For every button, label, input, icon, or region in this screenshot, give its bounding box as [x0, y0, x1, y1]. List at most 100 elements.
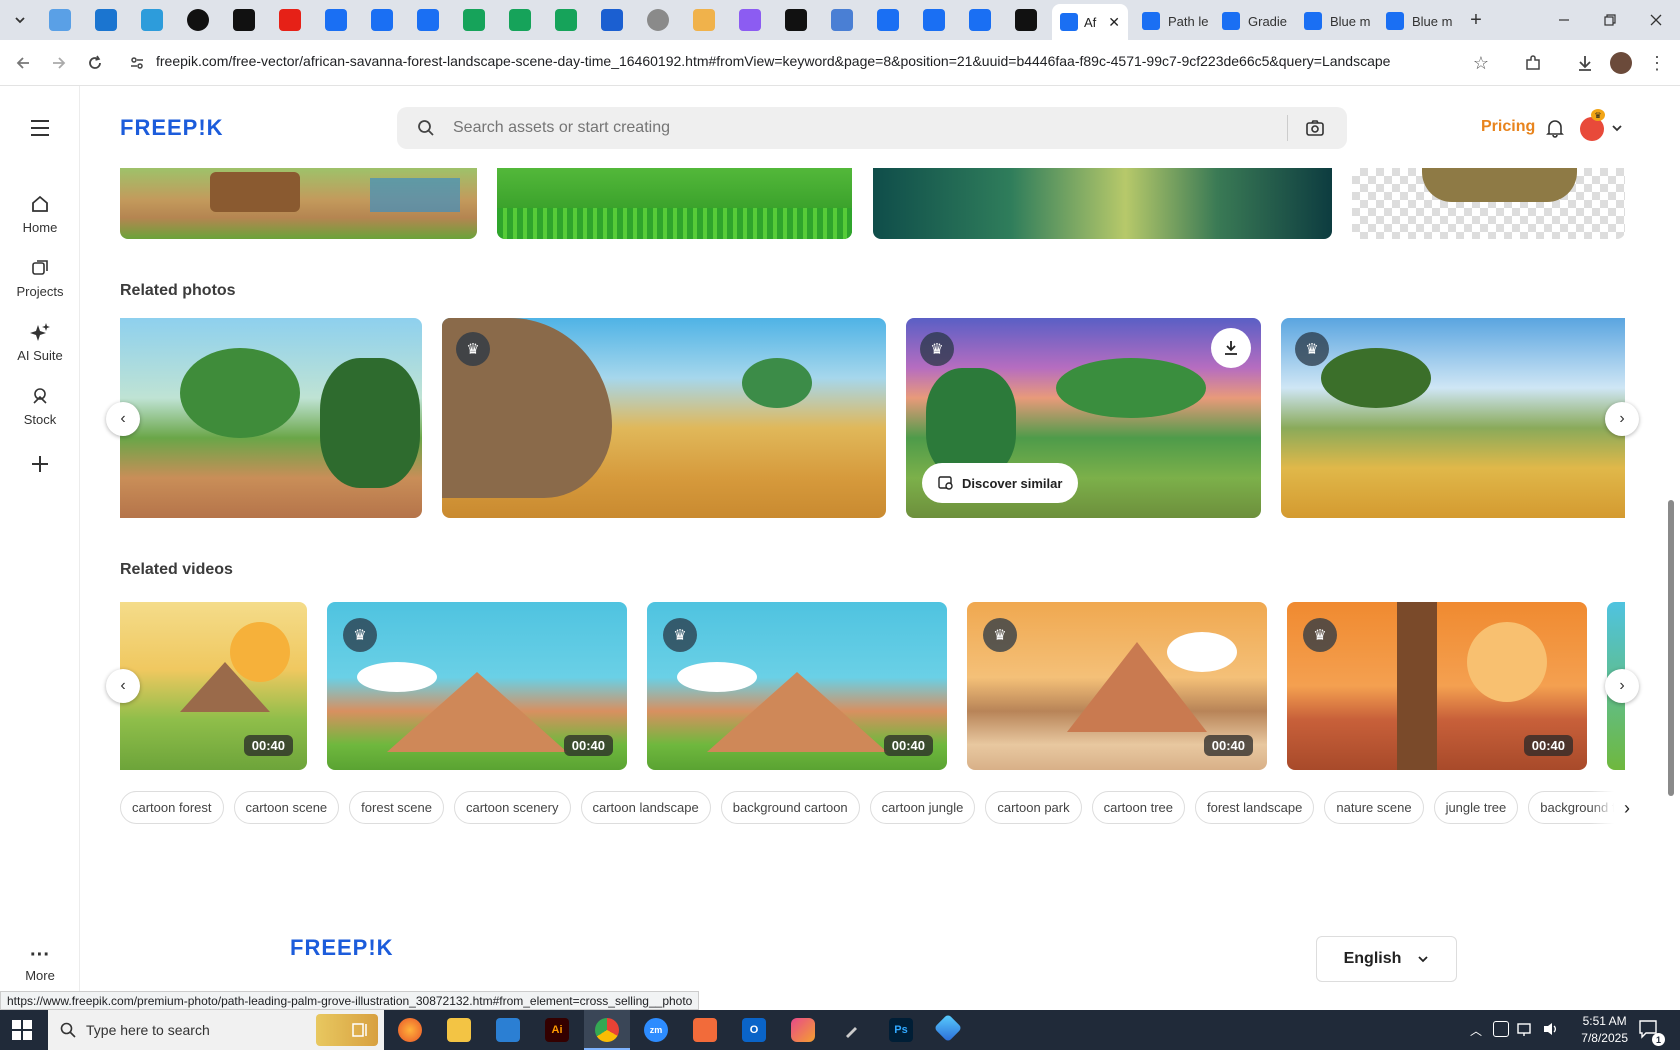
- pinned-tab-6[interactable]: [693, 9, 715, 31]
- related-video-card[interactable]: ♛ 00:40: [1287, 602, 1587, 770]
- illustrator-icon[interactable]: Ai: [545, 1018, 569, 1042]
- footer-freepik-logo[interactable]: FREEP!K: [290, 935, 394, 961]
- tab-search-chevron-icon[interactable]: [8, 8, 32, 32]
- related-photo-card[interactable]: [120, 318, 422, 518]
- download-icon[interactable]: [1211, 328, 1251, 368]
- pinned-tab-7[interactable]: [739, 9, 761, 31]
- tag-chip[interactable]: jungle tree: [1433, 791, 1519, 824]
- related-vector-thumbnail[interactable]: [120, 168, 477, 239]
- bookmark-star-icon[interactable]: ☆: [1470, 52, 1492, 74]
- rail-item-home[interactable]: Home: [0, 194, 80, 235]
- freepik-logo[interactable]: FREEP!K: [120, 115, 224, 141]
- volume-icon[interactable]: [1542, 1021, 1560, 1042]
- firefox-icon[interactable]: [398, 1018, 422, 1042]
- browser-menu-icon[interactable]: ⋮: [1646, 52, 1668, 74]
- related-photo-card-hovered[interactable]: ♛ Discover similar: [906, 318, 1261, 518]
- related-video-card[interactable]: ♛ 00:40: [647, 602, 947, 770]
- close-tab-icon[interactable]: ✕: [1108, 14, 1120, 31]
- rail-item-more[interactable]: ··· More: [0, 945, 80, 983]
- profile-avatar[interactable]: [1610, 52, 1632, 74]
- pinned-tab-sheet-2[interactable]: [509, 9, 531, 31]
- tray-app-icon[interactable]: [1493, 1021, 1509, 1037]
- add-plus-icon[interactable]: [26, 450, 54, 478]
- related-video-card[interactable]: 00:40: [120, 602, 307, 770]
- tab-gradient[interactable]: Gradie: [1214, 6, 1295, 36]
- pinned-tab-doc-6[interactable]: [969, 9, 991, 31]
- site-info-icon[interactable]: [126, 52, 148, 74]
- pricing-link[interactable]: Pricing: [1481, 118, 1535, 136]
- videos-next-button[interactable]: ›: [1605, 669, 1639, 703]
- reload-icon[interactable]: [84, 52, 106, 74]
- related-vector-thumbnail[interactable]: [873, 168, 1332, 239]
- notifications-bell-icon[interactable]: [1545, 118, 1565, 143]
- close-window-button[interactable]: [1636, 6, 1676, 34]
- zoom-icon[interactable]: zm: [644, 1018, 668, 1042]
- tag-chip[interactable]: cartoon scenery: [454, 791, 571, 824]
- tag-chip[interactable]: cartoon landscape: [580, 791, 711, 824]
- creative-cloud-icon[interactable]: [791, 1018, 815, 1042]
- pinned-tab-doc-4[interactable]: [877, 9, 899, 31]
- related-photo-card[interactable]: ♛: [442, 318, 886, 518]
- show-hidden-icons-chevron-icon[interactable]: ︿: [1470, 1022, 1482, 1039]
- app-diamond-icon[interactable]: [933, 1013, 963, 1043]
- windows-start-icon[interactable]: [12, 1020, 32, 1045]
- camera-search-icon[interactable]: [1306, 119, 1324, 142]
- extensions-icon[interactable]: [1522, 52, 1544, 74]
- task-view-icon[interactable]: [348, 1018, 372, 1042]
- vscode-icon[interactable]: [496, 1018, 520, 1042]
- url-field[interactable]: freepik.com/free-vector/african-savanna-…: [156, 53, 1456, 69]
- tag-chip[interactable]: forest scene: [349, 791, 444, 824]
- forward-arrow-icon[interactable]: [48, 52, 70, 74]
- related-video-card[interactable]: ♛ 00:40: [967, 602, 1267, 770]
- videos-prev-button[interactable]: ‹: [106, 669, 140, 703]
- pinned-tab-youtube[interactable]: [279, 9, 301, 31]
- taskbar-search-box[interactable]: Type here to search: [48, 1010, 384, 1050]
- tag-chip[interactable]: cartoon park: [985, 791, 1082, 824]
- tag-chip[interactable]: cartoon forest: [120, 791, 224, 824]
- tags-next-chevron-icon[interactable]: ›: [1590, 791, 1630, 825]
- tab-blue-1[interactable]: Blue m: [1296, 6, 1378, 36]
- active-tab[interactable]: Af ✕: [1052, 4, 1128, 40]
- page-scrollbar-thumb[interactable]: [1668, 500, 1674, 796]
- pinned-tab-word[interactable]: [601, 9, 623, 31]
- restore-button[interactable]: [1590, 6, 1630, 34]
- pinned-tab-4[interactable]: [187, 9, 209, 31]
- taskbar-clock[interactable]: 5:51 AM 7/8/2025: [1581, 1013, 1628, 1047]
- related-photo-card[interactable]: ♛: [1281, 318, 1625, 518]
- tab-path[interactable]: Path le: [1134, 6, 1216, 36]
- search-input[interactable]: [453, 107, 1253, 149]
- rail-item-stock[interactable]: Stock: [0, 386, 80, 427]
- downloads-icon[interactable]: [1574, 52, 1596, 74]
- account-chevron-down-icon[interactable]: [1611, 121, 1623, 139]
- back-arrow-icon[interactable]: [12, 52, 34, 74]
- pinned-tab-1[interactable]: [49, 9, 71, 31]
- tag-chip[interactable]: background cartoon: [720, 791, 860, 824]
- minimize-button[interactable]: [1544, 6, 1584, 34]
- photos-next-button[interactable]: ›: [1605, 402, 1639, 436]
- pinned-tab-doc-5[interactable]: [923, 9, 945, 31]
- language-selector[interactable]: English: [1316, 936, 1457, 982]
- pinned-tab-sheet-3[interactable]: [555, 9, 577, 31]
- rail-item-ai-suite[interactable]: AI Suite: [0, 322, 80, 363]
- pinned-tab-globe[interactable]: [647, 9, 669, 31]
- pinned-tab-9[interactable]: [831, 9, 853, 31]
- pinned-tab-3[interactable]: [141, 9, 163, 31]
- related-vector-thumbnail[interactable]: [497, 168, 852, 239]
- tab-blue-2[interactable]: Blue m: [1378, 6, 1460, 36]
- photos-prev-button[interactable]: ‹: [106, 402, 140, 436]
- tag-chip[interactable]: forest landscape: [1194, 791, 1315, 824]
- new-tab-button[interactable]: +: [1456, 6, 1496, 34]
- outlook-icon[interactable]: O: [742, 1018, 766, 1042]
- hamburger-menu-icon[interactable]: [29, 119, 51, 142]
- related-vector-thumbnail[interactable]: [1352, 168, 1625, 239]
- file-explorer-icon[interactable]: [447, 1018, 471, 1042]
- pinned-tab-sheet-1[interactable]: [463, 9, 485, 31]
- xampp-icon[interactable]: [693, 1018, 717, 1042]
- discover-similar-button[interactable]: Discover similar: [922, 463, 1079, 503]
- tag-chip[interactable]: cartoon jungle: [869, 791, 976, 824]
- rail-item-projects[interactable]: Projects: [0, 258, 80, 299]
- photoshop-icon[interactable]: Ps: [889, 1018, 913, 1042]
- pinned-tab-2[interactable]: [95, 9, 117, 31]
- network-icon[interactable]: [1517, 1021, 1535, 1042]
- pinned-tab-doc-3[interactable]: [417, 9, 439, 31]
